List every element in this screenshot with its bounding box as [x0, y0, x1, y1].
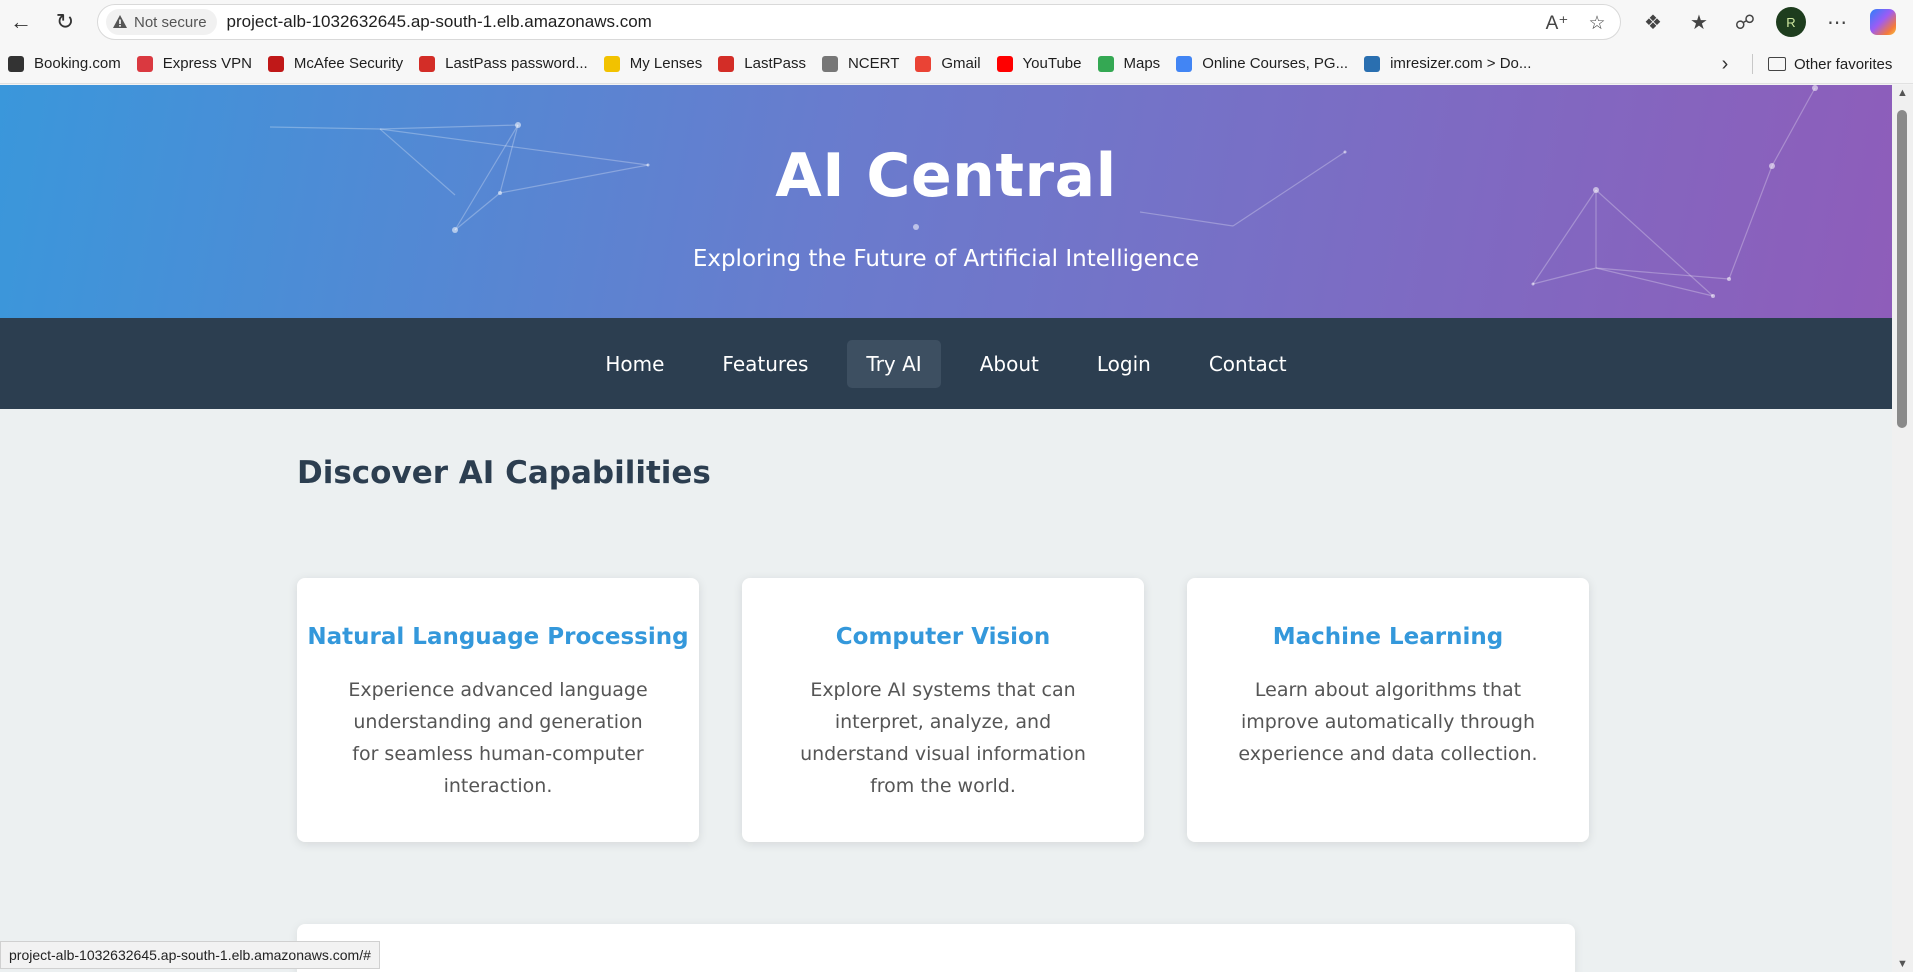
feature-card-computer-vision[interactable]: Computer Vision Explore AI systems that …	[742, 578, 1144, 842]
scroll-up-arrow-icon[interactable]: ▲	[1897, 87, 1908, 99]
lastpass-icon	[419, 55, 436, 72]
profile-avatar[interactable]: R	[1776, 7, 1806, 37]
scrollbar-thumb[interactable]	[1897, 110, 1907, 428]
lens-icon	[603, 55, 620, 72]
browser-toolbar: ← ↻ Not secure project-alb-1032632645.ap…	[0, 0, 1913, 44]
folder-icon	[1768, 57, 1786, 71]
main-navigation: Home Features Try AI About Login Contact	[0, 318, 1892, 409]
bookmark-label: My Lenses	[629, 55, 703, 72]
bookmark-item[interactable]: LastPass	[710, 49, 814, 79]
page-viewport: AI Central Exploring the Future of Artif…	[0, 85, 1892, 972]
chevron-right-icon[interactable]: ›	[1710, 49, 1740, 79]
bookmark-label: Booking.com	[34, 55, 121, 72]
bookmark-item[interactable]: Gmail	[907, 49, 988, 79]
bookmark-item[interactable]: YouTube	[989, 49, 1090, 79]
copilot-icon[interactable]	[1870, 9, 1896, 35]
favorites-icon[interactable]: ★	[1680, 3, 1718, 41]
globe-icon	[8, 55, 24, 72]
site-title: AI Central	[775, 141, 1117, 211]
site-subtitle: Exploring the Future of Artificial Intel…	[692, 246, 1200, 272]
extensions-icon[interactable]: ❖	[1634, 3, 1672, 41]
favorite-star-icon[interactable]: ☆	[1584, 10, 1610, 36]
next-section-card	[297, 924, 1575, 972]
ncert-icon	[821, 55, 838, 72]
not-secure-badge[interactable]: Not secure	[106, 9, 217, 35]
gmail-icon	[915, 55, 932, 72]
bookmark-item[interactable]: Online Courses, PG...	[1168, 49, 1356, 79]
page-scrollbar[interactable]: ▲ ▼	[1892, 85, 1913, 972]
card-description: Experience advanced language understandi…	[348, 679, 648, 797]
bookmarks-bar: Booking.com Express VPN McAfee Security Las…	[0, 44, 1913, 84]
feature-card-machine-learning[interactable]: Machine Learning Learn about algorithms …	[1187, 578, 1589, 842]
not-secure-label: Not secure	[134, 13, 207, 31]
bookmark-label: Maps	[1123, 55, 1161, 72]
bookmark-label: Gmail	[941, 55, 981, 72]
bookmark-item[interactable]: Express VPN	[129, 49, 260, 79]
bookmark-label: Express VPN	[162, 55, 252, 72]
bookmark-item[interactable]: Maps	[1090, 49, 1169, 79]
link-status-bar: project-alb-1032632645.ap-south-1.elb.am…	[0, 941, 380, 969]
other-favorites[interactable]: Other favorites	[1768, 49, 1892, 79]
card-description: Learn about algorithms that improve auto…	[1238, 679, 1538, 765]
nav-home[interactable]: Home	[586, 340, 683, 388]
card-title: Computer Vision	[835, 624, 1051, 650]
nav-login[interactable]: Login	[1078, 340, 1170, 388]
card-title: Machine Learning	[1272, 624, 1504, 650]
nav-contact[interactable]: Contact	[1190, 340, 1306, 388]
bookmark-label: LastPass password...	[445, 55, 588, 72]
hero-banner: AI Central Exploring the Future of Artif…	[0, 85, 1892, 318]
bookmark-item[interactable]: LastPass password...	[411, 49, 596, 79]
bookmark-item[interactable]: NCERT	[814, 49, 907, 79]
section-heading: Discover AI Capabilities	[297, 455, 711, 491]
imresizer-icon	[1364, 55, 1381, 72]
more-menu-icon[interactable]: ⋯	[1818, 3, 1856, 41]
bookmark-item[interactable]: Booking.com	[0, 49, 129, 79]
url-text[interactable]: project-alb-1032632645.ap-south-1.elb.am…	[227, 12, 652, 32]
expressvpn-icon	[136, 55, 153, 72]
bookmark-item[interactable]: My Lenses	[596, 49, 711, 79]
mcafee-icon	[267, 55, 284, 72]
bookmark-label: imresizer.com > Do...	[1390, 55, 1532, 72]
reload-icon[interactable]: ↻	[46, 3, 84, 41]
nav-about[interactable]: About	[961, 340, 1058, 388]
card-description: Explore AI systems that can interpret, a…	[800, 679, 1086, 797]
other-favorites-label: Other favorites	[1794, 55, 1893, 73]
address-bar[interactable]: Not secure project-alb-1032632645.ap-sou…	[97, 4, 1621, 40]
bookmark-item[interactable]: imresizer.com > Do...	[1356, 49, 1539, 79]
lastpass-icon	[718, 55, 735, 72]
read-aloud-icon[interactable]: A⁺	[1544, 10, 1570, 36]
bookmark-label: NCERT	[847, 55, 900, 72]
maps-icon	[1097, 55, 1114, 72]
nav-features[interactable]: Features	[703, 340, 827, 388]
bookmarks-divider	[1752, 54, 1753, 74]
bookmark-label: YouTube	[1022, 55, 1082, 72]
card-title: Natural Language Processing	[307, 624, 689, 650]
bookmark-label: LastPass	[744, 55, 806, 72]
nav-try-ai[interactable]: Try AI	[847, 339, 941, 388]
back-arrow-icon[interactable]: ←	[2, 3, 40, 41]
warning-icon	[113, 15, 127, 28]
bookmark-label: Online Courses, PG...	[1202, 55, 1349, 72]
bookmark-item[interactable]: McAfee Security	[260, 49, 411, 79]
browser-essentials-icon[interactable]: ☍	[1726, 3, 1764, 41]
google-icon	[1176, 55, 1193, 72]
feature-card-nlp[interactable]: Natural Language Processing Experience a…	[297, 578, 699, 842]
scroll-down-arrow-icon[interactable]: ▼	[1897, 958, 1908, 970]
youtube-icon	[996, 55, 1013, 72]
bookmark-label: McAfee Security	[293, 55, 404, 72]
